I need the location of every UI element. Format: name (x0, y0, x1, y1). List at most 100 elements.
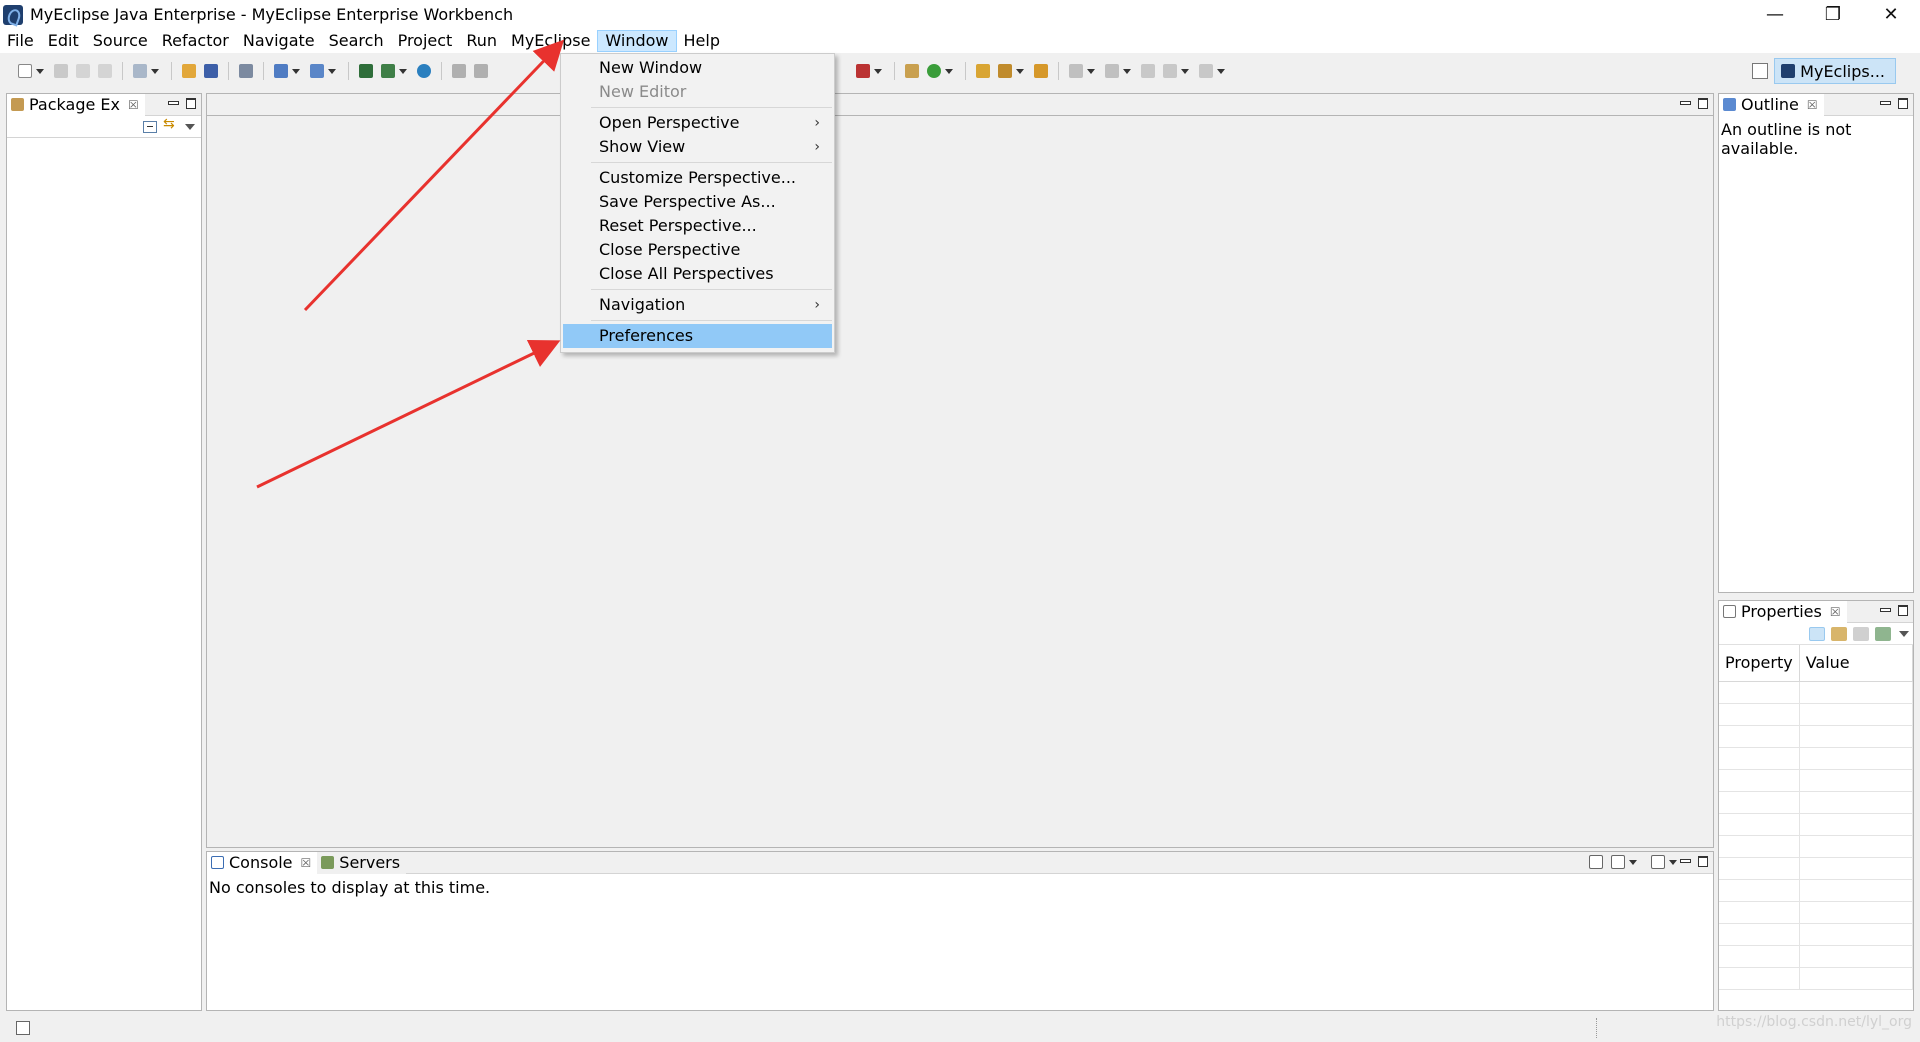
menu-item-customize-perspective[interactable]: Customize Perspective... (563, 166, 832, 190)
close-icon[interactable]: ☒ (1807, 98, 1818, 112)
menu-refactor[interactable]: Refactor (155, 30, 236, 52)
edit-icon[interactable] (452, 64, 466, 78)
menu-window[interactable]: Window (597, 30, 677, 52)
menu-search[interactable]: Search (322, 30, 391, 52)
perspective-myeclipse-button[interactable]: MyEclips... (1774, 58, 1896, 84)
minimize-view-icon[interactable] (1679, 97, 1691, 109)
next-annotation-icon[interactable] (1069, 64, 1083, 78)
menu-item-open-perspective[interactable]: Open Perspective › (563, 111, 832, 135)
minimize-button[interactable]: — (1746, 0, 1804, 29)
edit2-icon[interactable] (474, 64, 488, 78)
show-advanced-icon[interactable] (1831, 626, 1847, 641)
ant-icon[interactable] (856, 64, 870, 78)
display-console-dropdown-icon[interactable] (1629, 859, 1637, 865)
tab-properties[interactable]: Properties ☒ (1719, 600, 1847, 623)
minimize-view-icon[interactable] (1879, 604, 1891, 616)
menu-run[interactable]: Run (459, 30, 504, 52)
view-menu-icon[interactable] (185, 123, 195, 130)
back-dropdown-icon[interactable] (1181, 68, 1189, 74)
open-console-icon[interactable] (1651, 855, 1665, 869)
forward-dropdown-icon[interactable] (1217, 68, 1225, 74)
back-icon[interactable] (1163, 64, 1177, 78)
status-separator (1596, 1018, 1597, 1038)
server-icon[interactable] (381, 64, 395, 78)
open-type-icon[interactable] (182, 64, 196, 78)
open-folder-icon[interactable] (976, 64, 990, 78)
search-dropdown-icon[interactable] (1016, 68, 1024, 74)
prev-annotation-dropdown-icon[interactable] (1123, 68, 1131, 74)
run-icon[interactable] (310, 64, 324, 78)
column-property[interactable]: Property (1719, 645, 1800, 682)
collapse-all-icon[interactable] (143, 120, 157, 133)
display-console-icon[interactable] (1611, 855, 1625, 869)
maximize-view-icon[interactable] (1897, 604, 1909, 616)
menu-project[interactable]: Project (391, 30, 460, 52)
menu-item-preferences[interactable]: Preferences (563, 324, 832, 348)
maximize-view-icon[interactable] (1697, 97, 1709, 109)
menu-navigate[interactable]: Navigate (236, 30, 322, 52)
close-icon[interactable]: ☒ (301, 856, 312, 870)
new-icon[interactable] (18, 64, 32, 78)
class-icon[interactable] (927, 64, 941, 78)
fast-view-icon[interactable] (16, 1021, 30, 1035)
search-icon[interactable] (998, 64, 1012, 78)
menu-item-navigation[interactable]: Navigation › (563, 293, 832, 317)
link-editor-icon[interactable] (163, 116, 177, 133)
server-dropdown-icon[interactable] (399, 68, 407, 74)
ant-dropdown-icon[interactable] (874, 68, 882, 74)
task-icon[interactable] (1034, 64, 1048, 78)
new-wizard-dropdown-icon[interactable] (151, 68, 159, 74)
new-wizard-icon[interactable] (133, 64, 147, 78)
close-icon[interactable]: ☒ (1830, 605, 1841, 619)
print-icon[interactable] (98, 64, 112, 78)
tab-outline[interactable]: Outline ☒ (1719, 93, 1824, 116)
close-icon[interactable]: ☒ (128, 98, 139, 112)
restore-button[interactable]: ❐ (1804, 0, 1862, 29)
menu-item-close-all-perspectives[interactable]: Close All Perspectives (563, 262, 832, 286)
menu-item-new-window[interactable]: New Window (563, 56, 832, 80)
deploy-icon[interactable] (359, 64, 373, 78)
save-all-icon[interactable] (76, 64, 90, 78)
menu-source[interactable]: Source (86, 30, 155, 52)
pin-icon[interactable] (1875, 626, 1891, 641)
column-value[interactable]: Value (1799, 645, 1914, 682)
restore-default-icon[interactable] (1853, 626, 1869, 641)
last-edit-icon[interactable] (1141, 64, 1155, 78)
debug-icon[interactable] (274, 64, 288, 78)
run-dropdown-icon[interactable] (328, 68, 336, 74)
maximize-view-icon[interactable] (185, 97, 197, 109)
forward-icon[interactable] (1199, 64, 1213, 78)
pin-console-icon[interactable] (1589, 855, 1603, 869)
menu-help[interactable]: Help (677, 30, 727, 52)
menu-separator (591, 162, 832, 163)
menu-item-close-perspective[interactable]: Close Perspective (563, 238, 832, 262)
menu-edit[interactable]: Edit (41, 30, 86, 52)
menu-item-reset-perspective[interactable]: Reset Perspective... (563, 214, 832, 238)
save-icon[interactable] (54, 64, 68, 78)
maximize-view-icon[interactable] (1697, 855, 1709, 867)
show-categories-icon[interactable] (1809, 626, 1825, 641)
database-icon[interactable] (239, 64, 253, 78)
menu-item-save-perspective-as[interactable]: Save Perspective As... (563, 190, 832, 214)
close-button[interactable]: ✕ (1862, 0, 1920, 29)
maximize-view-icon[interactable] (1897, 97, 1909, 109)
minimize-view-icon[interactable] (1879, 97, 1891, 109)
package-icon[interactable] (905, 64, 919, 78)
prev-annotation-icon[interactable] (1105, 64, 1119, 78)
menu-item-show-view[interactable]: Show View › (563, 135, 832, 159)
class-dropdown-icon[interactable] (945, 68, 953, 74)
minimize-view-icon[interactable] (167, 97, 179, 109)
view-menu-icon[interactable] (1899, 630, 1909, 637)
new-dropdown-icon[interactable] (36, 68, 44, 74)
tab-servers[interactable]: Servers (317, 851, 407, 874)
debug-dropdown-icon[interactable] (292, 68, 300, 74)
open-resource-icon[interactable] (204, 64, 218, 78)
open-perspective-icon[interactable] (1752, 63, 1769, 79)
menu-file[interactable]: File (0, 30, 41, 52)
next-annotation-dropdown-icon[interactable] (1087, 68, 1095, 74)
tab-package-explorer[interactable]: Package Ex ☒ (7, 93, 145, 116)
browser-icon[interactable] (417, 64, 431, 78)
minimize-view-icon[interactable] (1679, 855, 1691, 867)
tab-console[interactable]: Console ☒ (207, 851, 318, 874)
menu-myeclipse[interactable]: MyEclipse (504, 30, 597, 52)
